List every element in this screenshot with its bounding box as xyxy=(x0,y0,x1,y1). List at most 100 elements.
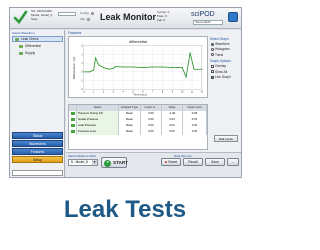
data-point xyxy=(108,68,110,70)
radio-icon xyxy=(211,48,214,52)
data-point xyxy=(171,67,173,68)
radio-icon xyxy=(211,42,214,46)
data-point xyxy=(114,66,116,68)
step-label: Step: xyxy=(31,17,39,21)
data-point xyxy=(152,66,154,68)
data-point xyxy=(181,67,183,68)
save-button[interactable]: Save xyxy=(205,158,225,166)
table-row[interactable]: Pressure Loss Mean 0.00 0.00 0.20 xyxy=(69,129,207,135)
data-point xyxy=(83,71,85,73)
data-point xyxy=(201,68,203,70)
waveform-icon xyxy=(19,52,23,55)
tree-item-supply[interactable]: Supply xyxy=(12,50,63,56)
data-point xyxy=(103,67,104,68)
nav-features-button[interactable]: Features xyxy=(12,148,63,155)
data-point xyxy=(122,66,124,68)
x-tick-label: 4 xyxy=(123,91,125,93)
radio-icon xyxy=(211,53,214,57)
x-tick-label: 7 xyxy=(152,91,154,93)
x-tick-label: 12 xyxy=(201,91,204,93)
data-point xyxy=(112,67,114,69)
mode-field: *Demo Mode* xyxy=(193,20,223,25)
x-tick-label: 3 xyxy=(113,91,115,93)
x-tick-label: 1 xyxy=(93,91,95,93)
page-title: Leak Monitor xyxy=(100,12,157,22)
x-tick-label: 10 xyxy=(181,91,184,93)
data-point xyxy=(89,71,91,73)
x-tick-label: 11 xyxy=(191,91,194,93)
data-point xyxy=(93,69,95,71)
reset-button[interactable]: Reset xyxy=(161,158,181,166)
recall-button[interactable]: Recall xyxy=(183,158,203,166)
nav-buttons: Status Waveforms Features Setup xyxy=(12,132,63,164)
nav-status-button[interactable]: Status xyxy=(12,132,63,139)
play-icon xyxy=(104,159,111,167)
select-waveform-label: Select Waveform xyxy=(12,31,35,35)
bottom-bar: Select Model to Start 8 - Model_8 ▼ START… xyxy=(66,152,241,177)
caption-heading: Leak Tests xyxy=(63,196,187,223)
select-graph-label: Select Graph xyxy=(210,37,229,41)
y-tick-label: -1 xyxy=(81,80,84,82)
indicator-light-icon xyxy=(90,11,94,15)
data-point xyxy=(185,76,187,78)
data-point xyxy=(142,67,144,68)
x-tick-label: 2 xyxy=(103,91,105,93)
x-axis-label: Time (sec) xyxy=(133,93,147,97)
pass-status-icon xyxy=(70,124,75,128)
data-point xyxy=(189,52,191,54)
header-bar: SN: 180100009 Model: Model_0 Step: Confi… xyxy=(10,8,241,29)
chevron-down-icon: ▼ xyxy=(92,160,97,165)
checkbox-icon xyxy=(211,75,214,79)
x-tick-label: 9 xyxy=(172,91,174,93)
record-icon xyxy=(164,160,168,164)
pass-status-icon xyxy=(70,118,75,122)
left-panel: Select Waveform Leak Check Differential … xyxy=(10,30,65,177)
y-tick-label: 2 xyxy=(81,54,83,56)
y-tick-label: 3 xyxy=(81,46,83,48)
tree-item-leak-check[interactable]: Leak Check xyxy=(12,36,63,42)
graph-trend-radio[interactable]: Trend xyxy=(210,53,240,58)
graph-options-panel: Select Graph Waveform Histogram Trend Gr… xyxy=(210,36,240,106)
menu-button[interactable] xyxy=(228,12,238,22)
checkbox-icon xyxy=(211,70,214,74)
select-model-label: Select Model to Start xyxy=(68,154,96,158)
waveform-icon xyxy=(19,45,23,48)
indicator-light-icon xyxy=(87,17,91,21)
features-label: Features xyxy=(68,31,82,35)
data-point xyxy=(132,66,134,68)
nav-setup-button[interactable]: Setup xyxy=(12,156,63,163)
app-window: SN: 180100009 Model: Model_0 Step: Confi… xyxy=(9,7,242,178)
chart-title: differential xyxy=(129,39,147,44)
brand-logo: sciPOD xyxy=(191,11,215,18)
info-indicator: Info xyxy=(80,17,91,21)
data-point xyxy=(193,68,195,70)
features-table: Select Analysis Type Lower Li... Value U… xyxy=(68,104,208,150)
config-indicator: Config xyxy=(80,11,94,15)
data-point xyxy=(95,57,97,59)
model-select[interactable]: 8 - Model_8 ▼ xyxy=(68,159,98,166)
x-tick-label: 8 xyxy=(162,91,164,93)
x-tick-label: 0 xyxy=(83,91,85,93)
nav-waveforms-button[interactable]: Waveforms xyxy=(12,140,63,147)
pass-check-icon xyxy=(13,10,28,25)
more-button[interactable]: ... xyxy=(227,158,239,166)
waveform-chart[interactable]: differential Differential (k...(V)) Time… xyxy=(68,36,208,98)
left-model-field xyxy=(12,170,63,176)
pass-status-icon xyxy=(70,130,75,134)
y-tick-label: 1 xyxy=(81,63,83,65)
start-button[interactable]: START xyxy=(101,157,128,168)
y-tick-label: 0 xyxy=(81,72,83,74)
step-field xyxy=(58,12,76,16)
edit-limits-button[interactable]: Edit Limits xyxy=(214,135,238,142)
main-panel: Features differential Differential (k...… xyxy=(66,30,241,177)
y-axis-label: Differential (k...(V)) xyxy=(72,57,76,80)
tree-item-differential[interactable]: Differential xyxy=(12,43,63,49)
folder-icon xyxy=(15,38,19,41)
checkbox-icon xyxy=(211,64,214,68)
live-graph-checkbox[interactable]: Live Graph xyxy=(210,75,240,80)
data-point xyxy=(98,64,99,66)
graph-options-label: Graph Options xyxy=(210,59,231,64)
pass-status-icon xyxy=(70,112,75,116)
data-point xyxy=(162,66,163,68)
cycle-counters: Cycles: 0 Pass: 0 Fail: 0 xyxy=(157,10,169,22)
